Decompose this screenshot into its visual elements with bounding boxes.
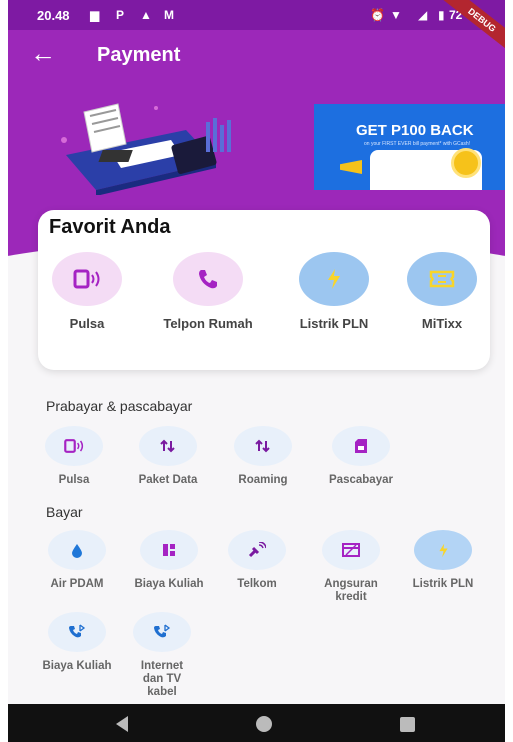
- favorites-title: Favorit Anda: [49, 216, 171, 238]
- status-bar: 20.48 ▆ P ▲ M ⏰ ▼ ◢ ▮ 72 DEBUG: [8, 0, 505, 55]
- data-arrows-icon: [234, 426, 292, 466]
- data-arrows-icon: [139, 426, 197, 466]
- tile-label: Paket Data: [138, 474, 198, 486]
- section-title-bayar: Bayar: [46, 504, 83, 520]
- mail-icon: M: [164, 8, 174, 22]
- tile-label: Pascabayar: [329, 474, 393, 486]
- status-time: 20.48: [37, 8, 70, 23]
- tile-label: Biaya Kuliah: [134, 578, 204, 590]
- favorite-item-listrik-pln[interactable]: Listrik PLN: [274, 252, 394, 331]
- wifi-icon: ▼: [390, 8, 402, 22]
- alarm-icon: ⏰: [370, 8, 385, 22]
- tile-paket-data[interactable]: Paket Data: [128, 426, 208, 487]
- battery-icon: ▮: [438, 8, 445, 22]
- nav-back-icon[interactable]: [116, 716, 128, 732]
- megaphone-icon: [340, 160, 362, 174]
- tile-label: Pulsa: [58, 474, 90, 486]
- back-arrow-icon[interactable]: ←: [30, 40, 56, 66]
- sim-card-icon: [332, 426, 390, 466]
- coin-icon: [451, 148, 481, 178]
- phone-signal-icon: [52, 252, 122, 306]
- page-title: Payment: [97, 44, 181, 66]
- screen: 20.48 ▆ P ▲ M ⏰ ▼ ◢ ▮ 72 DEBUG ← Payment…: [0, 0, 513, 742]
- favorite-item-mitixx[interactable]: MiTixx: [382, 252, 502, 331]
- tile-pulsa[interactable]: Pulsa: [34, 426, 114, 487]
- tile-label: Internet dan TV kabel: [140, 660, 184, 698]
- tile-listrik-pln[interactable]: Listrik PLN: [403, 530, 483, 591]
- ticket-icon: [407, 252, 477, 306]
- warning-icon: ▲: [140, 8, 152, 22]
- favorite-label: MiTixx: [421, 316, 463, 331]
- favorite-item-telpon-rumah[interactable]: Telpon Rumah: [148, 252, 268, 331]
- favorites-card: Favorit Anda Pulsa Telpon Rumah Listrik …: [38, 210, 490, 370]
- favorite-label: Listrik PLN: [299, 316, 369, 331]
- tile-label: Air PDAM: [50, 578, 104, 590]
- payment-illustration: [61, 103, 231, 195]
- dashboard-icon: [140, 530, 198, 570]
- phone-signal-icon: [45, 426, 103, 466]
- satellite-icon: [228, 530, 286, 570]
- phone-bluetooth-icon: [133, 612, 191, 652]
- phone-screen: 20.48 ▆ P ▲ M ⏰ ▼ ◢ ▮ 72 DEBUG ← Payment…: [8, 0, 505, 742]
- navigation-bar: [8, 704, 505, 742]
- app-bar: ← Payment: [8, 30, 505, 80]
- card-icon: [322, 530, 380, 570]
- tile-label: Telkom: [237, 578, 277, 590]
- p-icon: P: [116, 8, 125, 22]
- tile-biaya-kuliah-2[interactable]: Biaya Kuliah: [37, 612, 117, 673]
- tile-air-pdam[interactable]: Air PDAM: [37, 530, 117, 591]
- promo-banner[interactable]: GET P100 BACK on your FIRST EVER bill pa…: [314, 104, 505, 190]
- tile-pascabayar[interactable]: Pascabayar: [321, 426, 401, 487]
- tile-roaming[interactable]: Roaming: [223, 426, 303, 487]
- lightning-icon: [414, 530, 472, 570]
- nav-home-icon[interactable]: [256, 716, 272, 732]
- promo-subtitle: on your FIRST EVER bill payment* with GC…: [364, 141, 471, 147]
- tile-telkom[interactable]: Telkom: [217, 530, 297, 591]
- water-drop-icon: [48, 530, 106, 570]
- promo-title: GET P100 BACK: [356, 122, 474, 139]
- section-title-prabayar: Prabayar & pascabayar: [46, 398, 193, 414]
- tile-label: Biaya Kuliah: [42, 660, 112, 672]
- favorite-label: Telpon Rumah: [163, 316, 253, 331]
- favorite-item-pulsa[interactable]: Pulsa: [27, 252, 147, 331]
- tile-angsuran-kredit[interactable]: Angsuran kredit: [311, 530, 391, 604]
- signal-icon: ◢: [418, 8, 428, 22]
- tile-label: Roaming: [238, 474, 288, 486]
- nav-recent-apps-icon[interactable]: [400, 717, 415, 732]
- tile-internet-tv-kabel[interactable]: Internet dan TV kabel: [122, 612, 202, 699]
- tile-label: Listrik PLN: [412, 578, 474, 590]
- tile-biaya-kuliah[interactable]: Biaya Kuliah: [129, 530, 209, 591]
- favorite-label: Pulsa: [69, 316, 105, 331]
- phone-bluetooth-icon: [48, 612, 106, 652]
- lightning-icon: [299, 252, 369, 306]
- telephone-icon: [173, 252, 243, 306]
- notification-icon: ▆: [90, 8, 100, 22]
- tile-label: Angsuran kredit: [324, 578, 378, 603]
